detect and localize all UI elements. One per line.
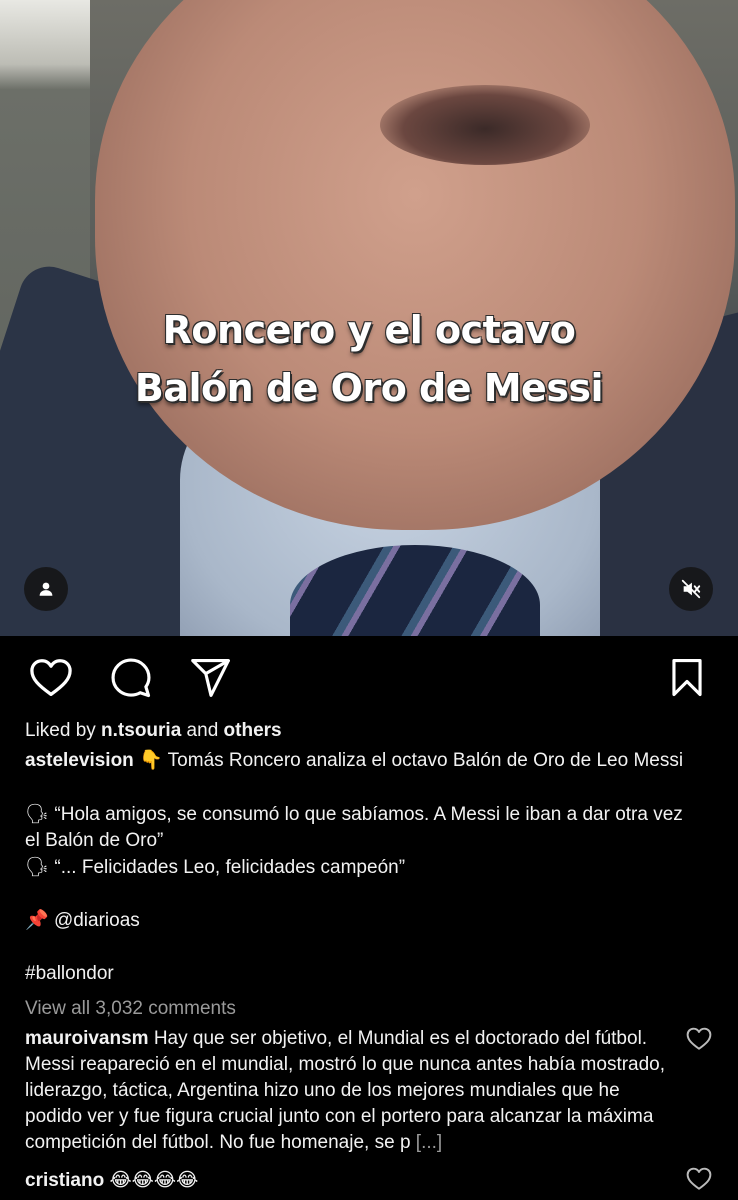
save-button[interactable] bbox=[664, 655, 710, 701]
action-bar bbox=[0, 655, 738, 699]
video-title-line-1: Roncero y el octavo bbox=[162, 308, 576, 352]
caption-text: Tomás Roncero analiza el octavo Balón de… bbox=[162, 750, 684, 771]
like-button[interactable] bbox=[28, 655, 74, 701]
caption-quote-1-text: “Hola amigos, se consumó lo que sabíamos… bbox=[49, 804, 683, 825]
comment-username[interactable]: mauroivansm bbox=[25, 1028, 149, 1049]
speaking-head-emoji: 🗣 bbox=[25, 804, 50, 825]
caption-quote-2: 🗣 “... Felicidades Leo, felicidades camp… bbox=[25, 855, 725, 881]
comment-more-link[interactable]: [...] bbox=[416, 1132, 442, 1153]
liked-by-user-link[interactable]: n.tsouria bbox=[101, 720, 181, 741]
caption-quote-1b: el Balón de Oro” bbox=[25, 830, 164, 851]
comment-text: 😂😂😂😂 bbox=[104, 1170, 199, 1191]
caption-quote-1a: 🗣 “Hola amigos, se consumó lo que sabíam… bbox=[25, 802, 725, 828]
likes-summary: Liked by n.tsouria and others bbox=[25, 718, 725, 744]
caption-line-1: astelevision 👇 Tomás Roncero analiza el … bbox=[25, 748, 725, 774]
caption-quote-2-text: “... Felicidades Leo, felicidades campeó… bbox=[49, 857, 406, 878]
tagged-users-button[interactable] bbox=[24, 567, 68, 611]
comment-item: mauroivansm Hay que ser objetivo, el Mun… bbox=[25, 1026, 675, 1156]
video-title-line-2: Balón de Oro de Messi bbox=[134, 366, 604, 410]
mention-link[interactable]: @diarioas bbox=[49, 910, 140, 931]
post-video[interactable]: Roncero y el octavo Balón de Oro de Mess… bbox=[0, 0, 738, 636]
hashtag-link[interactable]: #ballondor bbox=[25, 961, 725, 987]
comment-like-heart-icon[interactable] bbox=[686, 1166, 712, 1192]
caption-mention-line: 📌 @diarioas bbox=[25, 908, 725, 934]
caption-username[interactable]: astelevision bbox=[25, 750, 134, 771]
mute-toggle-button[interactable] bbox=[669, 567, 713, 611]
bookmark-icon bbox=[672, 659, 702, 697]
mouth bbox=[380, 85, 590, 165]
comment-bubble-icon bbox=[111, 658, 151, 698]
paper-plane-icon bbox=[191, 659, 230, 697]
likes-middle: and bbox=[181, 720, 224, 741]
point-down-emoji: 👇 bbox=[139, 750, 163, 771]
speaking-head-emoji: 🗣 bbox=[25, 857, 50, 878]
heart-icon bbox=[30, 659, 72, 696]
comment-like-heart-icon[interactable] bbox=[686, 1026, 712, 1052]
likes-prefix: Liked by bbox=[25, 720, 102, 741]
pushpin-emoji: 📌 bbox=[25, 910, 49, 931]
person-icon bbox=[39, 582, 53, 596]
comment-username[interactable]: cristiano bbox=[25, 1170, 104, 1191]
comment-item: cristiano 😂😂😂😂 bbox=[25, 1168, 725, 1194]
share-button[interactable] bbox=[188, 655, 234, 701]
speaker-muted-icon bbox=[681, 579, 701, 599]
view-all-comments-link[interactable]: View all 3,032 comments bbox=[25, 996, 725, 1022]
comment-button[interactable] bbox=[108, 655, 154, 701]
likes-others-link[interactable]: others bbox=[224, 720, 282, 741]
